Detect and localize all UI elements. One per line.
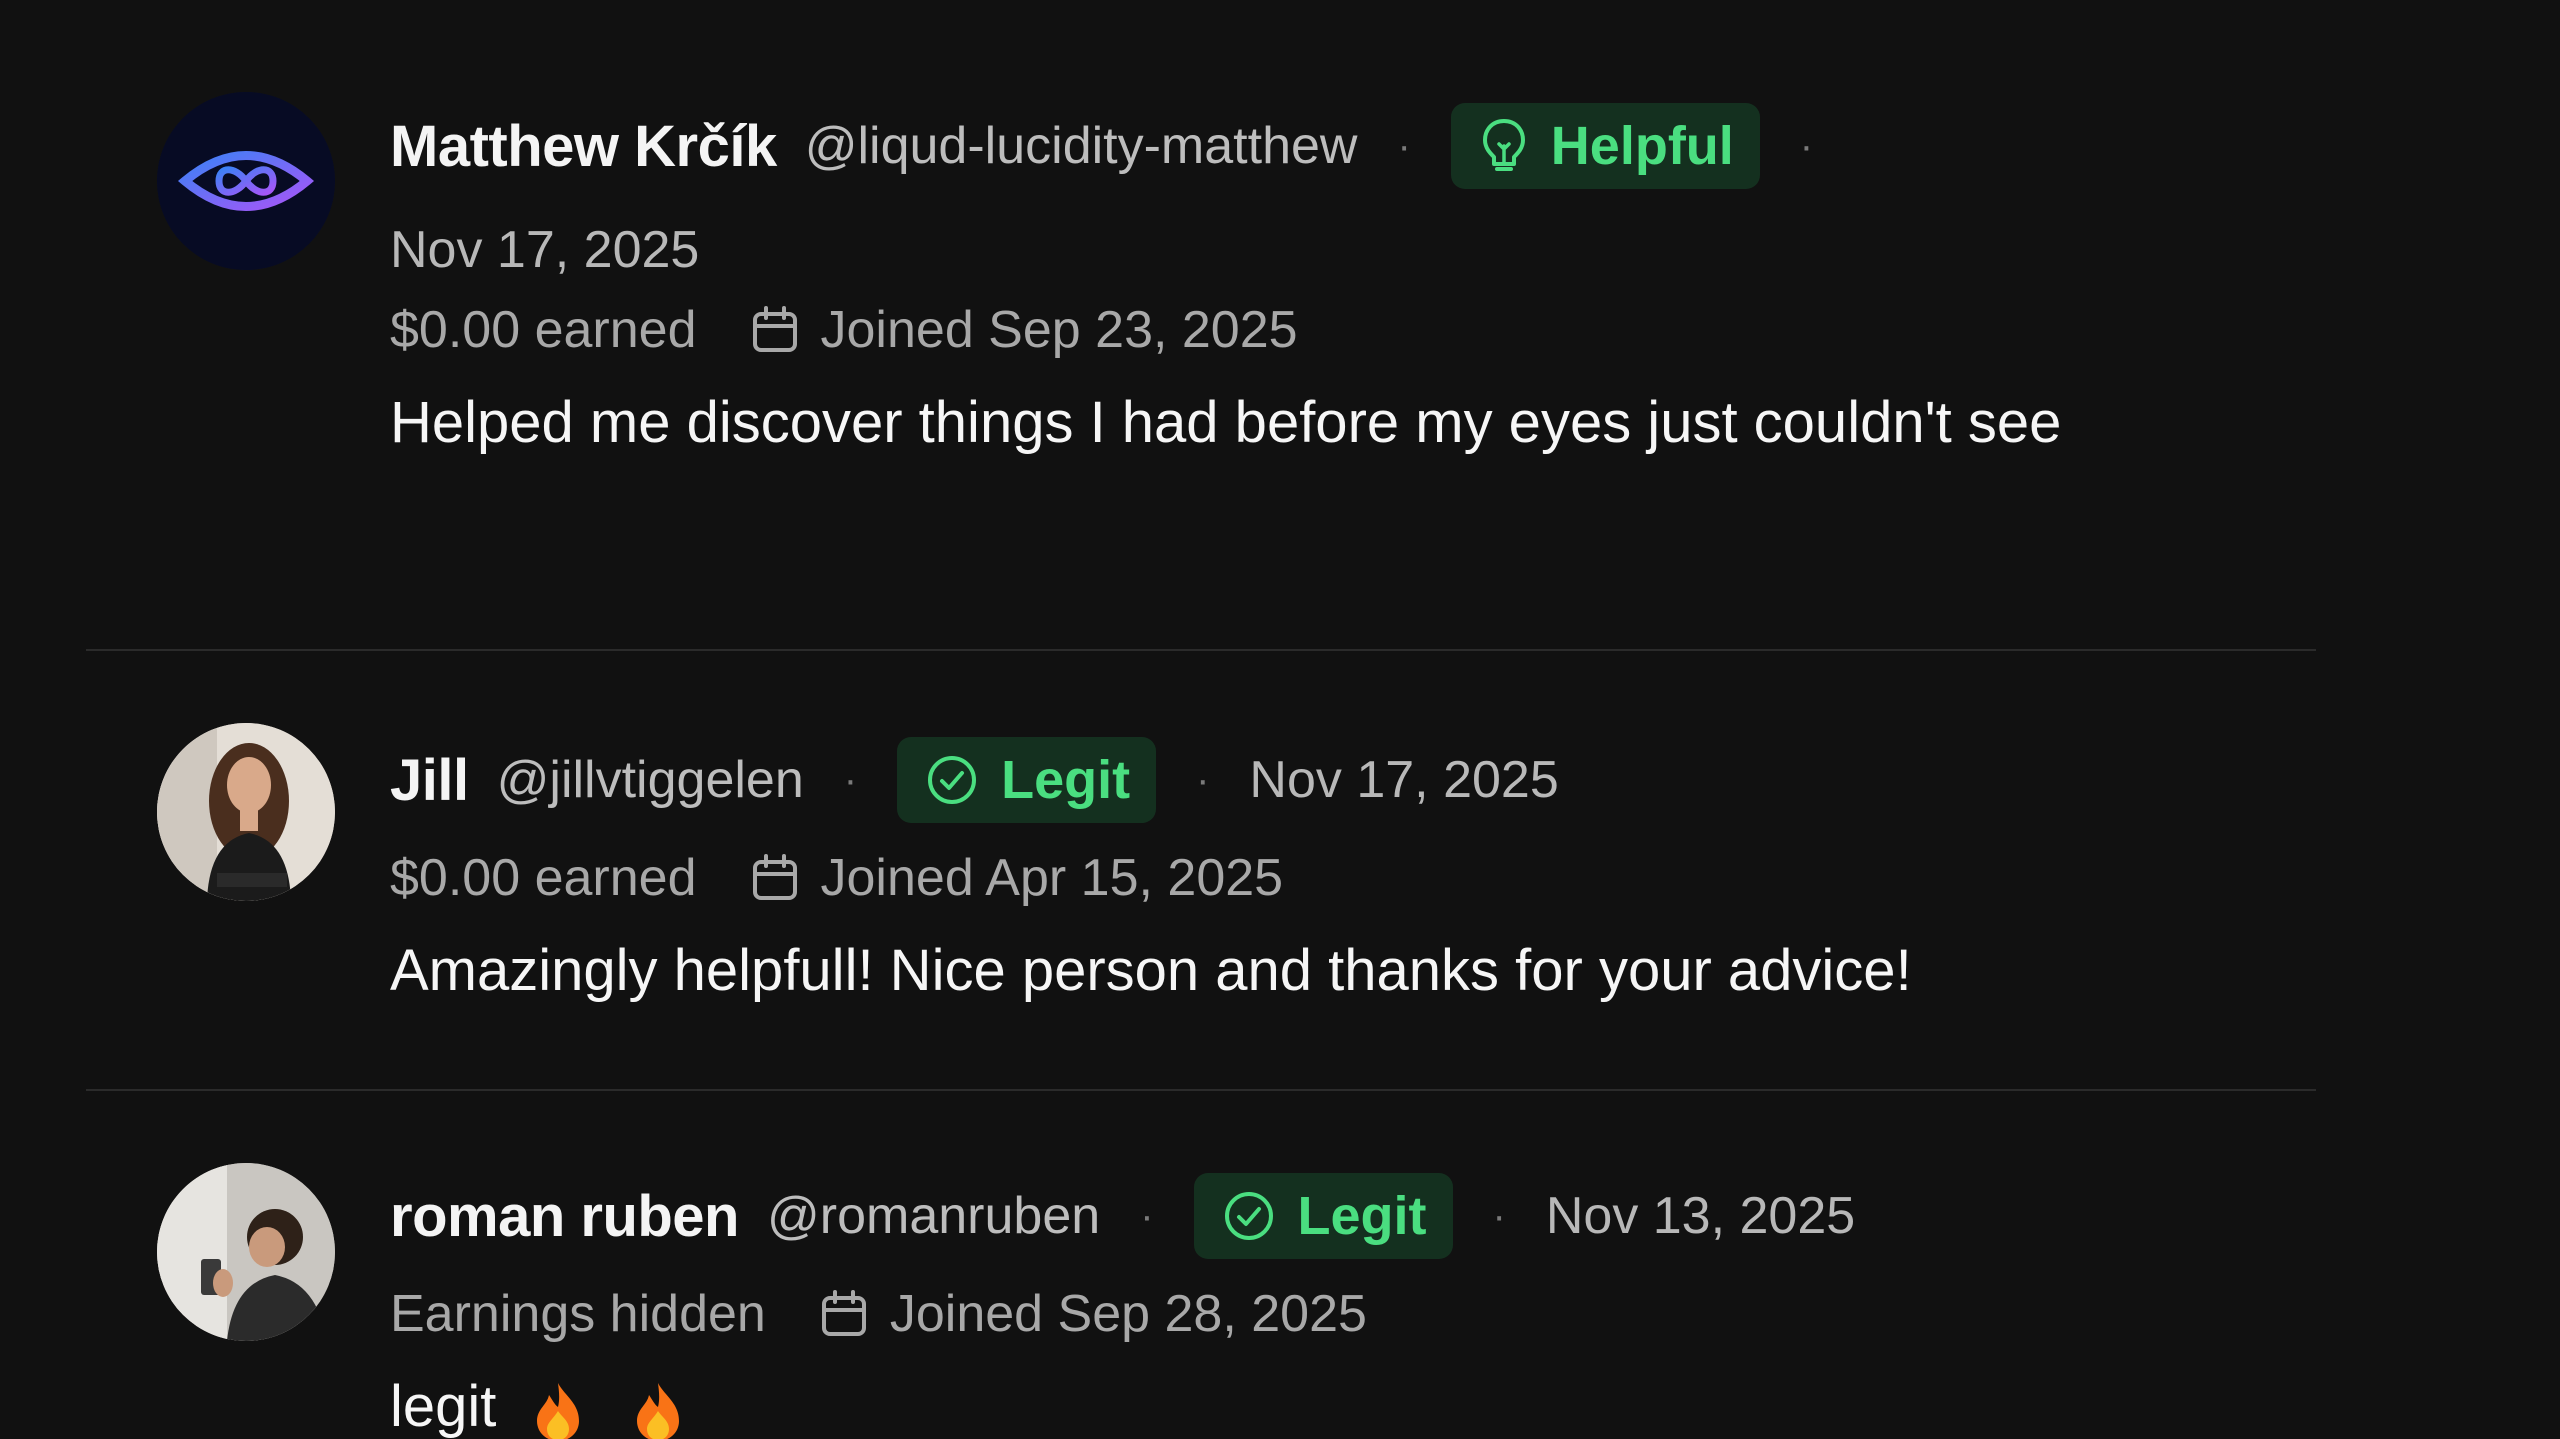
- legit-badge: Legit: [897, 737, 1157, 823]
- review-text: legit: [390, 1374, 497, 1439]
- review-text-container: legit: [390, 1354, 2290, 1439]
- lightbulb-icon: [1482, 119, 1525, 171]
- avatar[interactable]: [157, 723, 335, 901]
- user-photo-icon: [157, 723, 335, 901]
- review-date: Nov 17, 2025: [1249, 751, 1559, 809]
- badge-label: Legit: [1001, 750, 1131, 810]
- review-date: Nov 17, 2025: [390, 221, 700, 279]
- reviewer-name[interactable]: Jill: [390, 747, 469, 814]
- reviewer-name[interactable]: Matthew Krčík: [390, 113, 777, 180]
- badge-label: Helpful: [1550, 116, 1734, 176]
- reviewer-name[interactable]: roman ruben: [390, 1183, 740, 1250]
- reviews-list: Matthew Krčík @liqud-lucidity-matthew · …: [0, 0, 2560, 1439]
- divider: [86, 649, 2316, 651]
- separator-dot: ·: [1196, 757, 1210, 802]
- reviewer-handle[interactable]: @jillvtiggelen: [497, 750, 804, 810]
- user-photo-icon: [157, 1163, 335, 1341]
- fire-emoji-icon: [636, 1382, 679, 1439]
- separator-dot: ·: [843, 757, 858, 802]
- avatar[interactable]: [157, 1163, 335, 1341]
- review-date: Nov 13, 2025: [1545, 1187, 1856, 1245]
- earnings-text: $0.00 earned: [390, 849, 697, 907]
- joined-date: Joined Apr 15, 2025: [820, 849, 1284, 907]
- helpful-badge: Helpful: [1450, 103, 1760, 189]
- review-text: Amazingly helpfull! Nice person and than…: [390, 938, 1912, 1003]
- separator-dot: ·: [1397, 123, 1411, 168]
- earnings-text: $0.00 earned: [390, 301, 697, 359]
- separator-dot: ·: [1140, 1193, 1154, 1238]
- avatar[interactable]: [157, 92, 335, 270]
- reviewer-handle[interactable]: @liqud-lucidity-matthew: [805, 116, 1358, 176]
- divider: [86, 1089, 2316, 1091]
- fire-emoji-icon: [536, 1382, 579, 1439]
- review-text: Helped me discover things I had before m…: [390, 390, 2062, 455]
- reviewer-handle[interactable]: @romanruben: [767, 1186, 1100, 1246]
- badge-label: Legit: [1297, 1186, 1427, 1246]
- joined-date: Joined Sep 28, 2025: [889, 1285, 1367, 1343]
- joined-date: Joined Sep 23, 2025: [820, 301, 1298, 359]
- separator-dot: ·: [1799, 123, 1814, 168]
- check-circle-icon: [1224, 1192, 1273, 1240]
- legit-badge: Legit: [1193, 1173, 1453, 1259]
- separator-dot: ·: [1492, 1193, 1506, 1238]
- check-circle-icon: [928, 756, 977, 804]
- calendar-icon: [749, 852, 801, 904]
- eye-logo-icon: [157, 92, 335, 270]
- calendar-icon: [818, 1288, 870, 1340]
- earnings-text: Earnings hidden: [390, 1285, 766, 1343]
- calendar-icon: [749, 304, 801, 356]
